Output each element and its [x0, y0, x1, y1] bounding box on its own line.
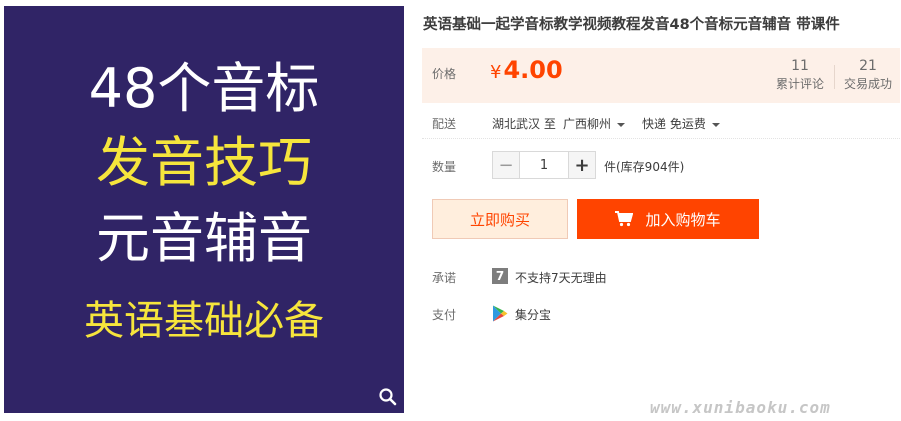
chevron-down-icon [617, 122, 626, 127]
sales-count-label: 交易成功 [843, 77, 892, 91]
play-store-icon [493, 305, 508, 322]
promise-text[interactable]: 不支持7天无理由 [515, 269, 607, 286]
sales-count: 21 [859, 58, 877, 74]
ship-from: 湖北武汉 至 [492, 117, 556, 131]
price-label: 价格 [432, 67, 457, 81]
quantity-label: 数量 [432, 160, 457, 174]
review-count: 11 [791, 58, 809, 74]
product-title: 英语基础一起学音标教学视频教程发音48个音标元音辅音 带课件 [423, 17, 840, 33]
shipping-method-value: 快递 免运费 [642, 117, 706, 131]
shopping-cart-icon [615, 211, 634, 227]
quantity-input[interactable] [520, 151, 568, 179]
price-value: ¥4.00 [490, 56, 563, 84]
buy-now-button[interactable]: 立即购买 [432, 199, 568, 239]
add-to-cart-button[interactable]: 加入购物车 [577, 199, 759, 239]
quantity-stepper: − + [492, 151, 596, 179]
ship-to-value: 广西柳州 [563, 117, 612, 131]
image-text-line2: 发音技巧 [96, 131, 312, 194]
chevron-down-icon [711, 122, 720, 127]
payment-label: 支付 [432, 308, 457, 322]
delivery-label: 配送 [432, 117, 457, 131]
image-text-line3: 元音辅音 [96, 207, 312, 270]
stock-info: 件(库存904件) [604, 160, 685, 174]
watermark: www.xunibaoku.com [650, 398, 831, 417]
price-amount: 4.00 [503, 56, 563, 84]
increase-button[interactable]: + [568, 151, 596, 179]
shipping-method-dropdown[interactable]: 快递 免运费 [642, 115, 720, 132]
magnifier-icon[interactable] [378, 387, 398, 407]
payment-method[interactable]: 集分宝 [515, 306, 551, 323]
image-text-line1: 48个音标 [88, 57, 320, 120]
review-count-label: 累计评论 [775, 77, 824, 91]
ship-to-dropdown[interactable]: 广西柳州 [563, 115, 626, 132]
price-panel: 价格 ¥4.00 11 累计评论 21 交易成功 [422, 48, 900, 103]
divider [422, 138, 900, 139]
promise-label: 承诺 [432, 271, 457, 285]
sales-count-stat: 21 交易成功 [840, 57, 896, 93]
add-to-cart-label: 加入购物车 [645, 210, 721, 229]
product-image[interactable]: 48个音标 发音技巧 元音辅音 英语基础必备 [4, 6, 404, 413]
review-count-stat[interactable]: 11 累计评论 [772, 57, 835, 93]
seven-day-icon: 7 [492, 268, 508, 284]
currency-symbol: ¥ [490, 62, 502, 83]
image-text-line4: 英语基础必备 [84, 298, 324, 344]
decrease-button[interactable]: − [492, 151, 520, 179]
